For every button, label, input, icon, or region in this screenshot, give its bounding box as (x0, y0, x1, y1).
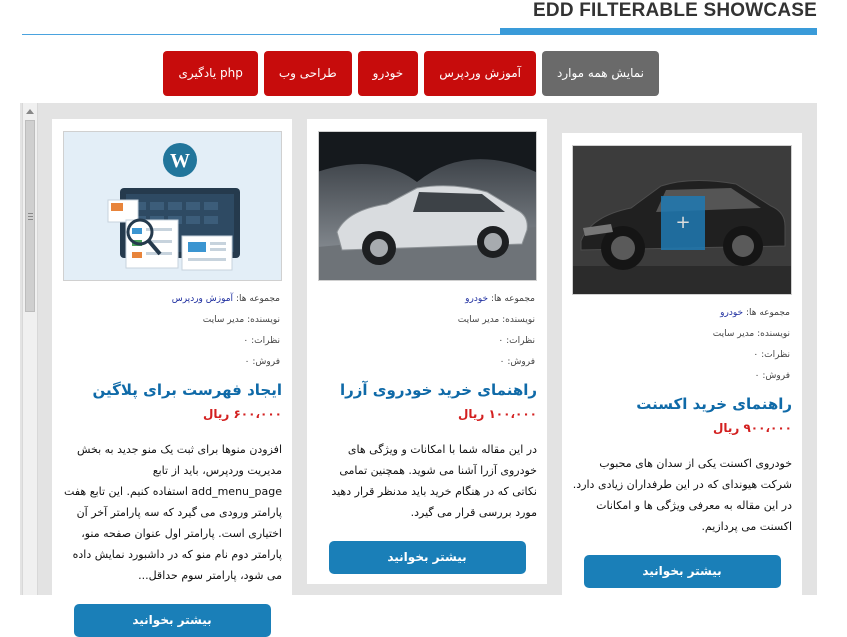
product-description: در این مقاله شما با امکانات و ویژگی های … (331, 443, 537, 519)
product-title[interactable]: ایجاد فهرست برای پلاگین (62, 381, 283, 399)
filter-webdesign-button[interactable]: طراحی وب (263, 51, 352, 96)
sales-count: فروش: ۰ (244, 357, 280, 367)
zoom-plus-icon[interactable]: + (661, 196, 705, 250)
product-price: ۶۰۰،۰۰۰ ریال (202, 407, 282, 421)
vertical-scrollbar[interactable] (22, 103, 38, 595)
car-azera-image (319, 132, 536, 280)
product-price: ۹۰۰،۰۰۰ ریال (712, 421, 792, 435)
collections-label: مجموعه ها: (235, 294, 280, 304)
filter-php-button[interactable]: یادگیری php (163, 51, 258, 96)
comments-count: نظرات: ۰ (498, 336, 535, 346)
collections-label: مجموعه ها: (490, 294, 535, 304)
svg-text:W: W (170, 150, 190, 172)
product-image-azera[interactable] (318, 131, 537, 281)
category-link[interactable]: خودرو (465, 294, 488, 304)
product-card: + مجموعه ها: خودرو نویسنده: مدیر سایت نظ… (562, 133, 802, 595)
scroll-up-arrow-icon[interactable] (26, 109, 34, 114)
product-card: مجموعه ها: خودرو نویسنده: مدیر سایت نظرا… (307, 119, 547, 584)
product-meta: مجموعه ها: خودرو نویسنده: مدیر سایت نظرا… (317, 289, 537, 373)
product-description: خودروی اکسنت یکی از سدان های محبوب شرکت … (572, 457, 792, 533)
comments-count: نظرات: ۰ (753, 350, 790, 360)
sales-count: فروش: ۰ (754, 371, 790, 381)
collections-label: مجموعه ها: (745, 308, 790, 318)
category-link[interactable]: آموزش وردپرس (172, 294, 233, 304)
product-card: W مجموعه ها: آموزش وردپرس نویسنده: مدیر … (52, 119, 292, 637)
wordpress-illustration-image: W (64, 132, 281, 280)
page-title: EDD FILTERABLE SHOWCASE (533, 0, 817, 21)
filter-all-button[interactable]: نمایش همه موارد (542, 51, 659, 96)
product-image-plugin-menu[interactable]: W (63, 131, 282, 281)
sales-count: فروش: ۰ (499, 357, 535, 367)
filter-bar: نمایش همه موارد آموزش وردپرس خودرو طراحی… (163, 51, 659, 96)
author-text: نویسنده: مدیر سایت (202, 315, 280, 325)
comments-count: نظرات: ۰ (243, 336, 280, 346)
read-more-button[interactable]: بیشتر بخوانید (583, 555, 781, 588)
product-image-accent[interactable]: + (572, 145, 792, 295)
product-meta: مجموعه ها: آموزش وردپرس نویسنده: مدیر سا… (62, 289, 282, 373)
product-price: ۱۰۰،۰۰۰ ریال (457, 407, 537, 421)
title-accent-bar (500, 28, 817, 35)
product-title[interactable]: راهنمای خرید اکسنت (572, 395, 792, 413)
author-text: نویسنده: مدیر سایت (712, 329, 790, 339)
filter-car-button[interactable]: خودرو (357, 51, 419, 96)
product-meta: مجموعه ها: خودرو نویسنده: مدیر سایت نظرا… (572, 303, 792, 387)
product-title[interactable]: راهنمای خرید خودروی آزرا (317, 381, 537, 399)
title-underline (22, 34, 500, 35)
filter-wordpress-button[interactable]: آموزش وردپرس (424, 51, 536, 96)
scrollbar-thumb[interactable] (25, 120, 35, 312)
read-more-button[interactable]: بیشتر بخوانید (328, 541, 526, 574)
category-link[interactable]: خودرو (720, 308, 743, 318)
product-description: افزودن منوها برای ثبت یک منو جدید به بخش… (64, 443, 282, 582)
read-more-button[interactable]: بیشتر بخوانید (73, 604, 271, 637)
author-text: نویسنده: مدیر سایت (457, 315, 535, 325)
